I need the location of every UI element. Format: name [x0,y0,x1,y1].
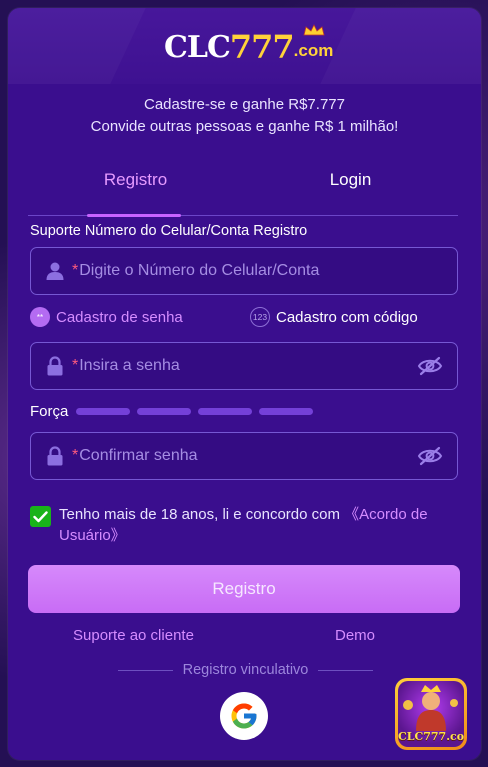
password-field[interactable]: * [30,342,458,390]
phone-input[interactable] [79,262,457,280]
divider-text: Registro vinculativo [182,662,309,678]
google-login-button[interactable] [220,692,268,740]
mode-code-label: Cadastro com código [276,308,418,326]
divider-line [318,669,374,671]
demo-link[interactable]: Demo [335,627,375,644]
register-button[interactable]: Registro [28,565,460,613]
strength-bar [137,408,192,415]
strength-bar [198,408,253,415]
required-mark: * [72,357,79,374]
app-badge-art: CLC777.com [398,681,464,747]
mode-password-option[interactable]: ** Cadastro de senha [30,307,183,327]
required-mark: * [72,262,79,279]
code-mode-icon: 123 [250,307,270,327]
strength-label: Força [30,403,69,420]
agree-text: Tenho mais de 18 anos, li e concordo com… [59,504,450,546]
agree-checkbox[interactable] [30,506,51,527]
tab-register-label: Registro [103,170,168,189]
promo-line-2: Convide outras pessoas e ganhe R$ 1 milh… [90,118,399,135]
confirm-password-input[interactable] [79,447,415,465]
character-icon [403,685,458,731]
terms-agreement: Tenho mais de 18 anos, li e concordo com… [30,504,450,546]
promo-text: Cadastre-se e ganhe R$7.777 Convide outr… [8,94,481,138]
active-tab-indicator [87,214,181,217]
social-divider: Registro vinculativo [118,662,374,678]
customer-support-link[interactable]: Suporte ao cliente [73,627,194,644]
google-icon [231,703,257,729]
eye-off-icon[interactable] [415,351,445,381]
promo-line-1: Cadastre-se e ganhe R$7.777 [144,96,345,113]
required-mark: * [72,447,79,464]
brand-logo: CLC 777 .com [164,24,334,66]
crown-icon [303,24,325,36]
password-input[interactable] [79,357,415,375]
header-facet [320,8,481,84]
check-icon [33,510,48,522]
eye-off-icon[interactable] [415,441,445,471]
tab-login[interactable]: Login [243,168,458,216]
logo-suffix: .com [293,41,334,60]
divider-line [118,669,173,671]
lock-icon [44,445,66,467]
password-strength: Força [30,403,320,420]
user-icon [44,260,66,282]
password-mode-icon: ** [30,307,50,327]
tab-register[interactable]: Registro [28,168,243,217]
modal-header: CLC 777 .com [8,8,481,84]
logo-digits: 777 [229,28,295,66]
registration-mode: ** Cadastro de senha 123 Cadastro com có… [30,307,460,329]
logo-prefix: CLC [164,29,231,65]
confirm-password-field[interactable]: * [30,432,458,480]
strength-bar [259,408,314,415]
auth-tabs: Registro Login [28,168,458,217]
app-download-badge[interactable]: CLC777.com [395,678,467,750]
mode-code-option[interactable]: 123 Cadastro com código [250,307,418,327]
agree-statement: Tenho mais de 18 anos, li e concordo com [59,506,345,523]
register-modal: CLC 777 .com Cadastre-se e ganhe R$7.777… [8,8,481,760]
header-facet [8,8,146,84]
phone-field[interactable]: * [30,247,458,295]
mode-password-label: Cadastro de senha [56,308,183,326]
strength-bar [76,408,131,415]
lock-icon [44,355,66,377]
account-field-caption: Suporte Número do Celular/Conta Registro [30,223,308,239]
app-badge-name: CLC777.com [398,730,464,743]
tab-login-label: Login [329,170,372,189]
